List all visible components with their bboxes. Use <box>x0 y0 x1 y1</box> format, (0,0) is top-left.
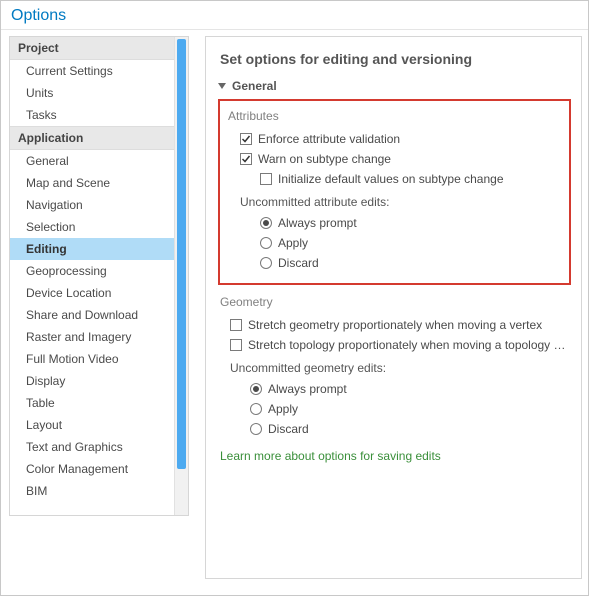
attributes-highlight-box: Attributes Enforce attribute validation … <box>218 99 571 285</box>
sidebar-item-display[interactable]: Display <box>10 370 174 392</box>
sidebar-group-header: Project <box>10 37 174 60</box>
section-general-toggle[interactable]: General <box>218 79 571 99</box>
sidebar-item-full-motion-video[interactable]: Full Motion Video <box>10 348 174 370</box>
geom-radio-always-label: Always prompt <box>268 382 347 396</box>
dialog-body: ProjectCurrent SettingsUnitsTasksApplica… <box>1 30 588 595</box>
sidebar-item-bim[interactable]: BIM <box>10 480 174 502</box>
initialize-defaults-checkbox[interactable]: Initialize default values on subtype cha… <box>228 169 561 189</box>
sidebar-item-selection[interactable]: Selection <box>10 216 174 238</box>
sidebar-list-container: ProjectCurrent SettingsUnitsTasksApplica… <box>9 36 189 516</box>
checkbox-icon <box>230 319 242 331</box>
stretch-vertex-checkbox[interactable]: Stretch geometry proportionately when mo… <box>218 315 571 335</box>
learn-more-link[interactable]: Learn more about options for saving edit… <box>218 439 571 463</box>
radio-icon <box>250 403 262 415</box>
chevron-down-icon <box>218 83 226 89</box>
sidebar-item-layout[interactable]: Layout <box>10 414 174 436</box>
initialize-defaults-label: Initialize default values on subtype cha… <box>278 172 504 186</box>
sidebar-item-text-and-graphics[interactable]: Text and Graphics <box>10 436 174 458</box>
sidebar-list: ProjectCurrent SettingsUnitsTasksApplica… <box>10 37 174 515</box>
sidebar-item-color-management[interactable]: Color Management <box>10 458 174 480</box>
geom-radio-discard-label: Discard <box>268 422 309 436</box>
sidebar-item-navigation[interactable]: Navigation <box>10 194 174 216</box>
checkbox-icon <box>260 173 272 185</box>
sidebar-item-raster-and-imagery[interactable]: Raster and Imagery <box>10 326 174 348</box>
sidebar-item-current-settings[interactable]: Current Settings <box>10 60 174 82</box>
sidebar-item-units[interactable]: Units <box>10 82 174 104</box>
checkbox-icon <box>240 133 252 145</box>
attr-radio-discard-label: Discard <box>278 256 319 270</box>
geom-radio-apply[interactable]: Apply <box>218 399 571 419</box>
sidebar-item-tasks[interactable]: Tasks <box>10 104 174 126</box>
enforce-validation-label: Enforce attribute validation <box>258 132 400 146</box>
warn-subtype-label: Warn on subtype change <box>258 152 391 166</box>
geom-radio-discard[interactable]: Discard <box>218 419 571 439</box>
radio-icon <box>250 423 262 435</box>
geometry-title: Geometry <box>218 293 571 315</box>
radio-icon <box>260 237 272 249</box>
sidebar: ProjectCurrent SettingsUnitsTasksApplica… <box>9 36 189 579</box>
sidebar-item-device-location[interactable]: Device Location <box>10 282 174 304</box>
attr-radio-always[interactable]: Always prompt <box>228 213 561 233</box>
attr-radio-discard[interactable]: Discard <box>228 253 561 273</box>
sidebar-scrollbar[interactable] <box>174 37 188 515</box>
sidebar-item-general[interactable]: General <box>10 150 174 172</box>
stretch-topology-checkbox[interactable]: Stretch topology proportionately when mo… <box>218 335 571 355</box>
window-title: Options <box>1 1 588 30</box>
panel-title: Set options for editing and versioning <box>218 47 571 79</box>
stretch-topology-label: Stretch topology proportionately when mo… <box>248 338 571 352</box>
sidebar-group-header: Application <box>10 126 174 150</box>
sidebar-item-share-and-download[interactable]: Share and Download <box>10 304 174 326</box>
geom-radio-apply-label: Apply <box>268 402 298 416</box>
warn-subtype-checkbox[interactable]: Warn on subtype change <box>228 149 561 169</box>
attr-radio-apply[interactable]: Apply <box>228 233 561 253</box>
attr-radio-always-label: Always prompt <box>278 216 357 230</box>
checkbox-icon <box>240 153 252 165</box>
options-dialog: Options ProjectCurrent SettingsUnitsTask… <box>0 0 589 596</box>
enforce-validation-checkbox[interactable]: Enforce attribute validation <box>228 129 561 149</box>
sidebar-item-map-and-scene[interactable]: Map and Scene <box>10 172 174 194</box>
attributes-title: Attributes <box>228 107 561 129</box>
sidebar-item-table[interactable]: Table <box>10 392 174 414</box>
section-general-label: General <box>232 79 277 93</box>
sidebar-scroll-thumb[interactable] <box>177 39 186 469</box>
stretch-vertex-label: Stretch geometry proportionately when mo… <box>248 318 542 332</box>
uncommitted-geom-label: Uncommitted geometry edits: <box>218 355 571 379</box>
geom-radio-always[interactable]: Always prompt <box>218 379 571 399</box>
checkbox-icon <box>230 339 242 351</box>
radio-icon <box>250 383 262 395</box>
sidebar-item-editing[interactable]: Editing <box>10 238 174 260</box>
uncommitted-attr-label: Uncommitted attribute edits: <box>228 189 561 213</box>
radio-icon <box>260 257 272 269</box>
sidebar-item-geoprocessing[interactable]: Geoprocessing <box>10 260 174 282</box>
settings-panel: Set options for editing and versioning G… <box>205 36 582 579</box>
radio-icon <box>260 217 272 229</box>
attr-radio-apply-label: Apply <box>278 236 308 250</box>
